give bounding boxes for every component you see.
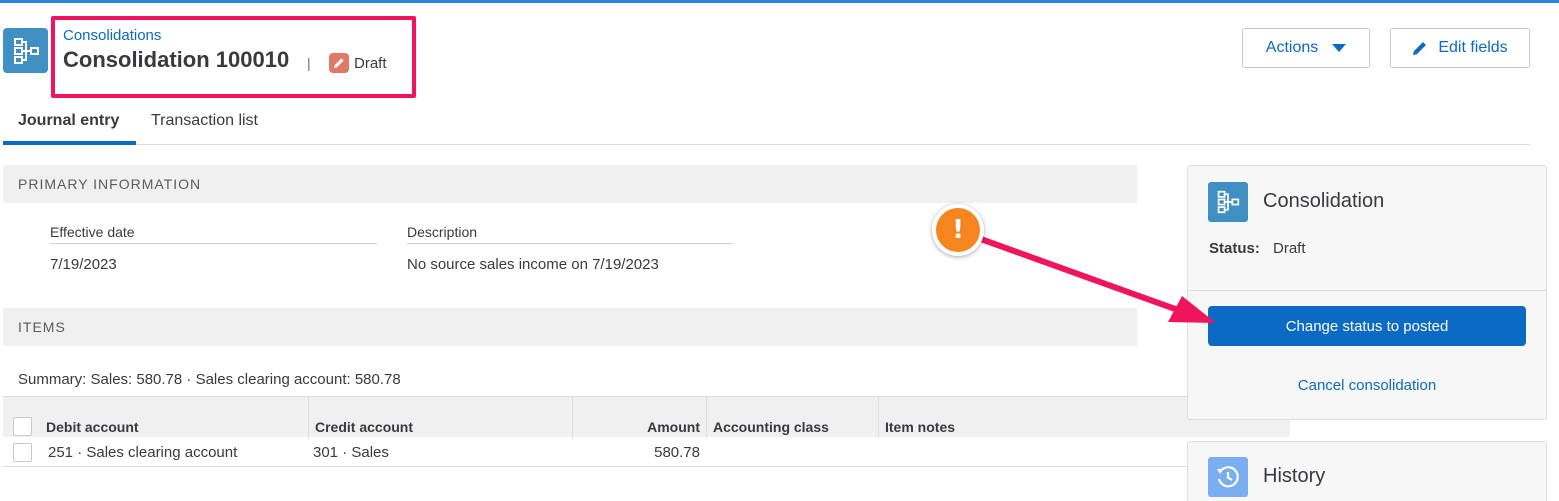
actions-button[interactable]: Actions [1242,28,1370,68]
items-summary: Summary: Sales: 580.78 · Sales clearing … [18,371,401,388]
change-status-button[interactable]: Change status to posted [1208,306,1526,346]
edit-fields-label: Edit fields [1438,39,1508,56]
consolidation-icon [1208,182,1248,222]
credit-account-cell: 301 · Sales [313,444,389,461]
primary-information-header[interactable]: PRIMARY INFORMATION [3,165,1137,203]
column-accounting-class[interactable]: Accounting class [707,397,879,438]
tab-journal-entry[interactable]: Journal entry [18,112,119,130]
actions-label: Actions [1265,39,1319,56]
panel-divider [1188,290,1546,291]
column-credit-account[interactable]: Credit account [309,397,573,438]
history-title: History [1263,465,1326,487]
caret-down-icon [1332,44,1347,52]
effective-date-value: 7/19/2023 [50,256,117,273]
history-icon [1208,457,1248,497]
status-label: Status: [1209,240,1260,257]
active-tab-indicator [3,141,136,145]
status-value: Draft [1273,240,1306,257]
tab-bar: Journal entry Transaction list [3,100,1530,145]
effective-date-label: Effective date [50,224,377,244]
column-debit-account[interactable]: Debit account [40,397,309,438]
table-header: Debit account Credit account Amount Acco… [3,396,1290,438]
tab-transaction-list[interactable]: Transaction list [151,112,258,130]
top-accent-line [0,0,1559,3]
select-all-checkbox[interactable] [13,417,32,436]
table-row[interactable]: 251 · Sales clearing account 301 · Sales… [3,437,1290,467]
cancel-consolidation-link[interactable]: Cancel consolidation [1188,377,1546,394]
consolidation-icon [3,28,48,73]
description-label: Description [407,224,733,244]
panel-title: Consolidation [1263,190,1385,212]
edit-fields-button[interactable]: Edit fields [1390,28,1530,68]
items-header[interactable]: ITEMS [3,308,1137,346]
highlight-annotation-box [51,16,416,98]
pencil-icon [1413,42,1427,55]
consolidation-panel: Consolidation Status: Draft Change statu… [1187,165,1547,420]
row-checkbox[interactable] [13,443,32,462]
warning-icon: ! [932,204,984,256]
amount-cell: 580.78 [654,444,700,461]
debit-account-cell: 251 · Sales clearing account [48,444,238,461]
column-amount[interactable]: Amount [573,397,707,438]
description-value: No source sales income on 7/19/2023 [407,256,659,273]
history-panel: History [1187,441,1547,501]
